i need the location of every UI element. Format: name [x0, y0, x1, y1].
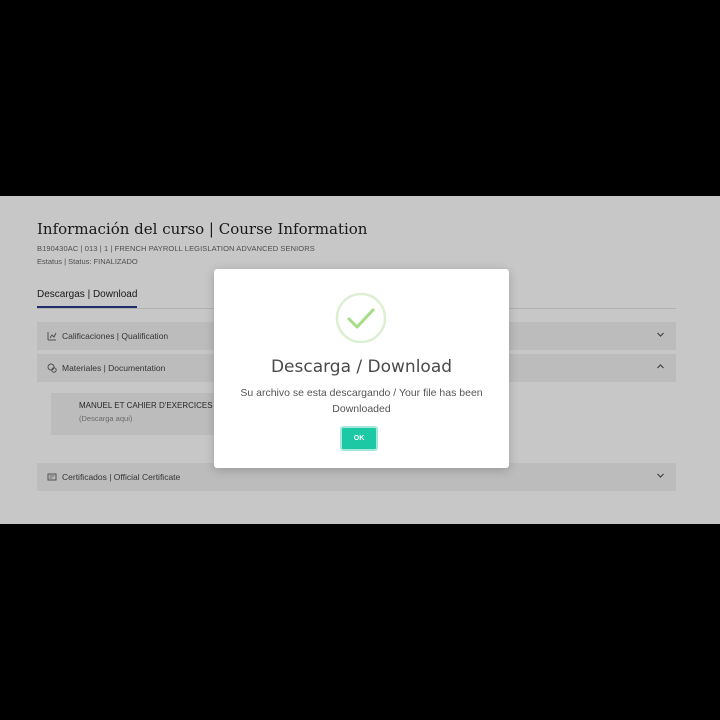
download-modal: Descarga / Download Su archivo se esta d… [214, 269, 509, 468]
ok-button[interactable]: OK [340, 426, 378, 451]
modal-message: Su archivo se esta descargando / Your fi… [240, 387, 483, 415]
modal-title: Descarga / Download [270, 357, 453, 377]
check-circle-icon [335, 292, 387, 344]
